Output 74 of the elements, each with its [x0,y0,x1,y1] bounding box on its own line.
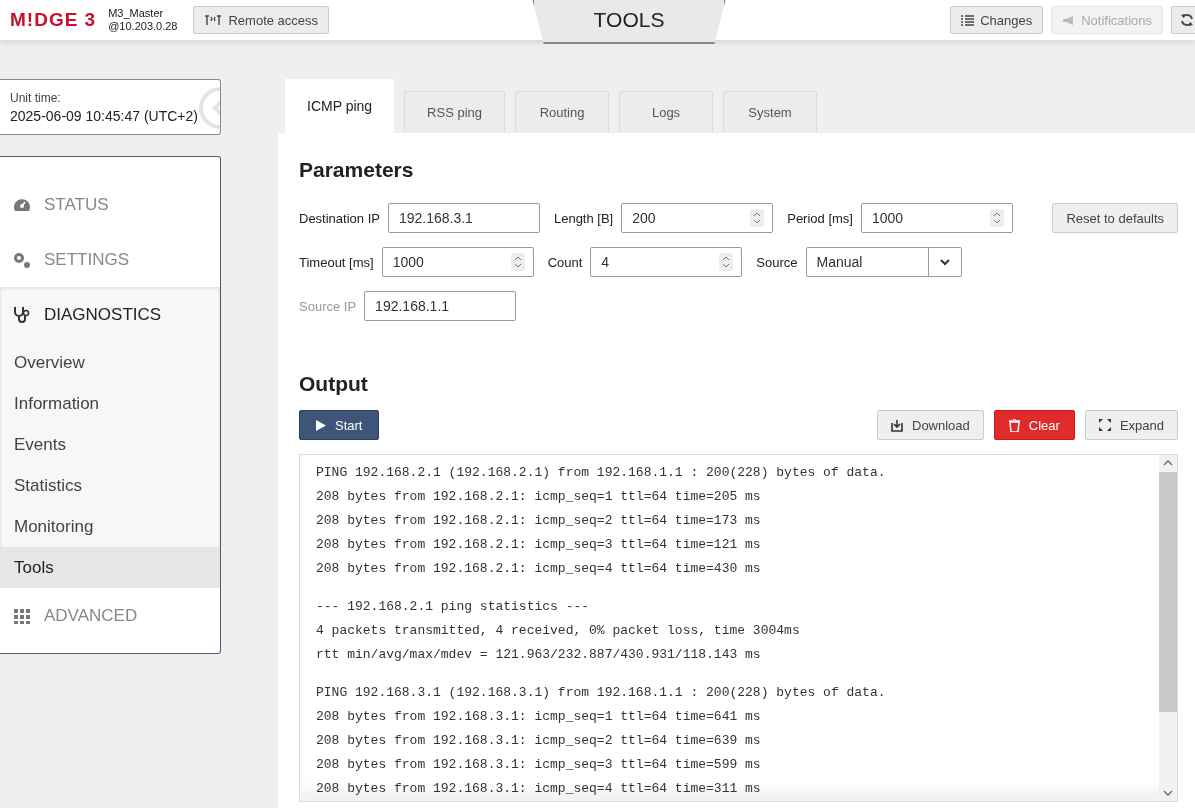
field-label: Source IP [299,298,357,314]
dropdown[interactable]: Manual [805,247,962,277]
sidebar-section[interactable]: DIAGNOSTICS [0,287,220,342]
section-heading: Output [299,371,369,397]
antenna-icon [204,14,223,26]
number-field[interactable]: 4 [590,247,743,277]
number-field[interactable]: 1000 [860,203,1013,233]
remote-access-button[interactable]: Remote access [193,6,330,34]
number-field[interactable]: 200 [621,203,774,233]
gears-icon [12,250,32,269]
tab[interactable]: ICMP ping [285,79,395,133]
spinner-icon[interactable] [750,209,765,227]
expand-icon [1098,419,1111,431]
output-line: 208 bytes from 192.168.2.1: icmp_seq=1 ttl=64 time=205 ms [316,488,762,506]
changes-button[interactable]: Changes [950,6,1044,34]
output-line: rtt min/avg/max/mdev = 121.963/232.887/430.931/118.143 ms [316,646,762,664]
sidebar-item[interactable]: Statistics [0,465,220,506]
spinner-icon[interactable] [719,253,734,271]
section-heading: Parameters [299,157,415,183]
grid-icon [12,606,32,625]
refresh-icon [1180,13,1194,27]
reset-button[interactable]: Reset to defaults [1052,203,1178,233]
clear-button[interactable]: Clear [993,410,1075,440]
trash-icon [1008,418,1020,432]
output-line: 208 bytes from 192.168.2.1: icmp_seq=2 ttl=64 time=173 ms [316,512,762,530]
megaphone-icon [1062,14,1076,26]
unit-address: @10.203.0.28 [108,20,178,33]
expand-button[interactable]: Expand [1084,410,1178,440]
field-label: Source [756,254,798,270]
download-icon [891,418,903,432]
tab[interactable]: System [723,91,818,133]
output-line: 208 bytes from 192.168.2.1: icmp_seq=4 ttl=64 time=430 ms [316,560,762,578]
output-line: PING 192.168.2.1 (192.168.2.1) from 192.168.1.1 : 200(228) bytes of data. [316,464,887,482]
number-field[interactable]: 1000 [381,247,534,277]
sidebar-item[interactable]: Monitoring [0,506,220,547]
list-icon [961,14,975,26]
logo: M!DGE 3 [10,9,97,31]
output-line: 208 bytes from 192.168.3.1: icmp_seq=3 ttl=64 time=599 ms [316,756,762,774]
sidebar-section[interactable]: STATUS [0,177,220,232]
scroll-down-icon[interactable] [1163,789,1173,797]
field-label: Destination IP [299,210,380,226]
output-line: 208 bytes from 192.168.2.1: icmp_seq=3 ttl=64 time=121 ms [316,536,762,554]
scroll-up-icon[interactable] [1163,459,1173,467]
tab[interactable]: Logs [619,91,714,133]
output-line: --- 192.168.2.1 ping statistics --- [316,598,591,616]
field-label: Length [B] [553,210,614,226]
play-icon [316,419,326,431]
output-line: 208 bytes from 192.168.3.1: icmp_seq=2 ttl=64 time=639 ms [316,732,762,750]
field-label: Timeout [ms] [299,254,374,270]
field-label: Count [547,254,583,270]
sidebar-item[interactable]: Overview [0,342,220,383]
stethoscope-icon [12,305,32,324]
unit-name: M3_Master [108,7,165,20]
refresh-button[interactable] [1171,6,1195,34]
spinner-icon[interactable] [989,209,1004,227]
tab[interactable]: RSS ping [404,91,506,133]
sidebar-item[interactable]: Information [0,383,220,424]
sidebar-item[interactable]: Tools [0,547,220,588]
output-line: 4 packets transmitted, 4 received, 0% packet loss, time 3004ms [316,622,801,640]
spinner-icon[interactable] [510,253,525,271]
unit-time-value: 2025-06-09 10:45:47 (UTC+2) [10,107,198,124]
input-field[interactable]: 192.168.3.1 [387,203,540,233]
page-title: TOOLS [532,0,726,44]
sidebar-item[interactable]: Events [0,424,220,465]
field-label: Period [ms] [787,210,853,226]
sidebar-section[interactable]: SETTINGS [0,232,220,287]
output-line: PING 192.168.3.1 (192.168.3.1) from 192.168.1.1 : 200(228) bytes of data. [316,684,887,702]
download-button[interactable]: Download [877,410,984,440]
output-line: 208 bytes from 192.168.3.1: icmp_seq=4 ttl=64 time=311 ms [316,780,762,798]
output-line: 208 bytes from 192.168.3.1: icmp_seq=1 ttl=64 time=641 ms [316,708,762,726]
tab[interactable]: Routing [515,91,610,133]
start-button[interactable]: Start [299,410,380,440]
sidebar-section[interactable]: ADVANCED [0,588,220,643]
unit-time-label: Unit time: [10,90,62,105]
